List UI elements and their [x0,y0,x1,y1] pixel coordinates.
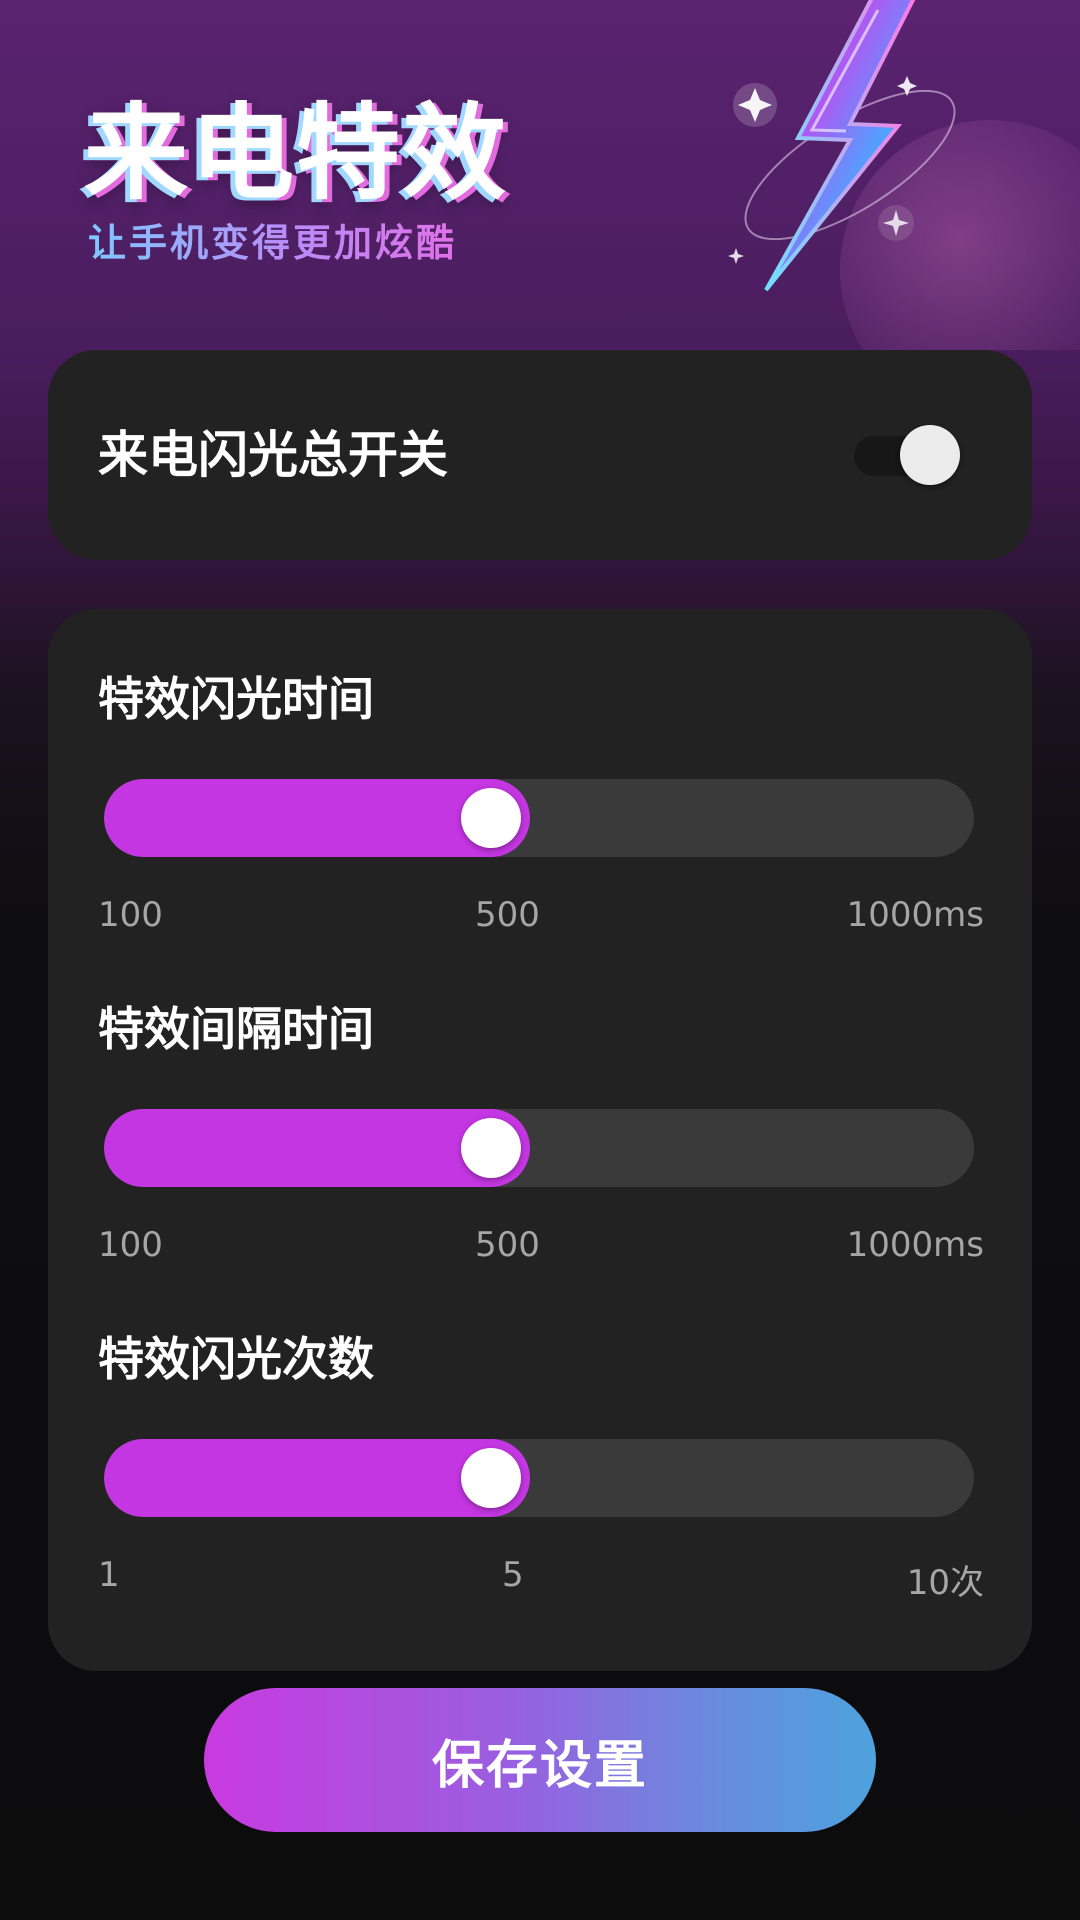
interval-time-slider[interactable] [104,1109,974,1187]
tick-mid-label: 500 [475,895,540,935]
tick-mid-label: 500 [475,1225,540,1265]
save-settings-button[interactable]: 保存设置 [204,1688,876,1832]
lightning-bolt-icon [728,0,956,292]
interval-time-title: 特效间隔时间 [98,1002,374,1056]
tick-min-label: 100 [98,1225,163,1265]
tick-max-label: 1000ms [846,1225,984,1265]
master-switch-label: 来电闪光总开关 [98,426,448,484]
flash-count-title: 特效闪光次数 [98,1332,374,1386]
tick-min-label: 1 [98,1555,120,1595]
tick-min-label: 100 [98,895,163,935]
flash-duration-slider[interactable] [104,779,974,857]
slider-thumb[interactable] [461,1118,521,1178]
page-subtitle: 让手机变得更加炫酷 [88,212,457,267]
tick-max-label: 10次 [906,1563,984,1603]
flash-count-slider[interactable] [104,1439,974,1517]
page-title: 来电特效 [84,92,509,214]
tick-max-label: 1000ms [846,895,984,935]
tick-mid-label: 5 [502,1555,524,1595]
slider-thumb[interactable] [461,1448,521,1508]
toggle-knob[interactable] [900,425,960,485]
hero-banner: 来电特效 让手机变得更加炫酷 [0,0,1080,350]
master-switch-card: 来电闪光总开关 [48,350,1032,560]
flash-duration-title: 特效闪光时间 [98,672,374,726]
slider-thumb[interactable] [461,788,521,848]
effect-settings-card: 特效闪光时间 100 500 1000ms 特效间隔时间 100 500 100… [48,609,1032,1671]
